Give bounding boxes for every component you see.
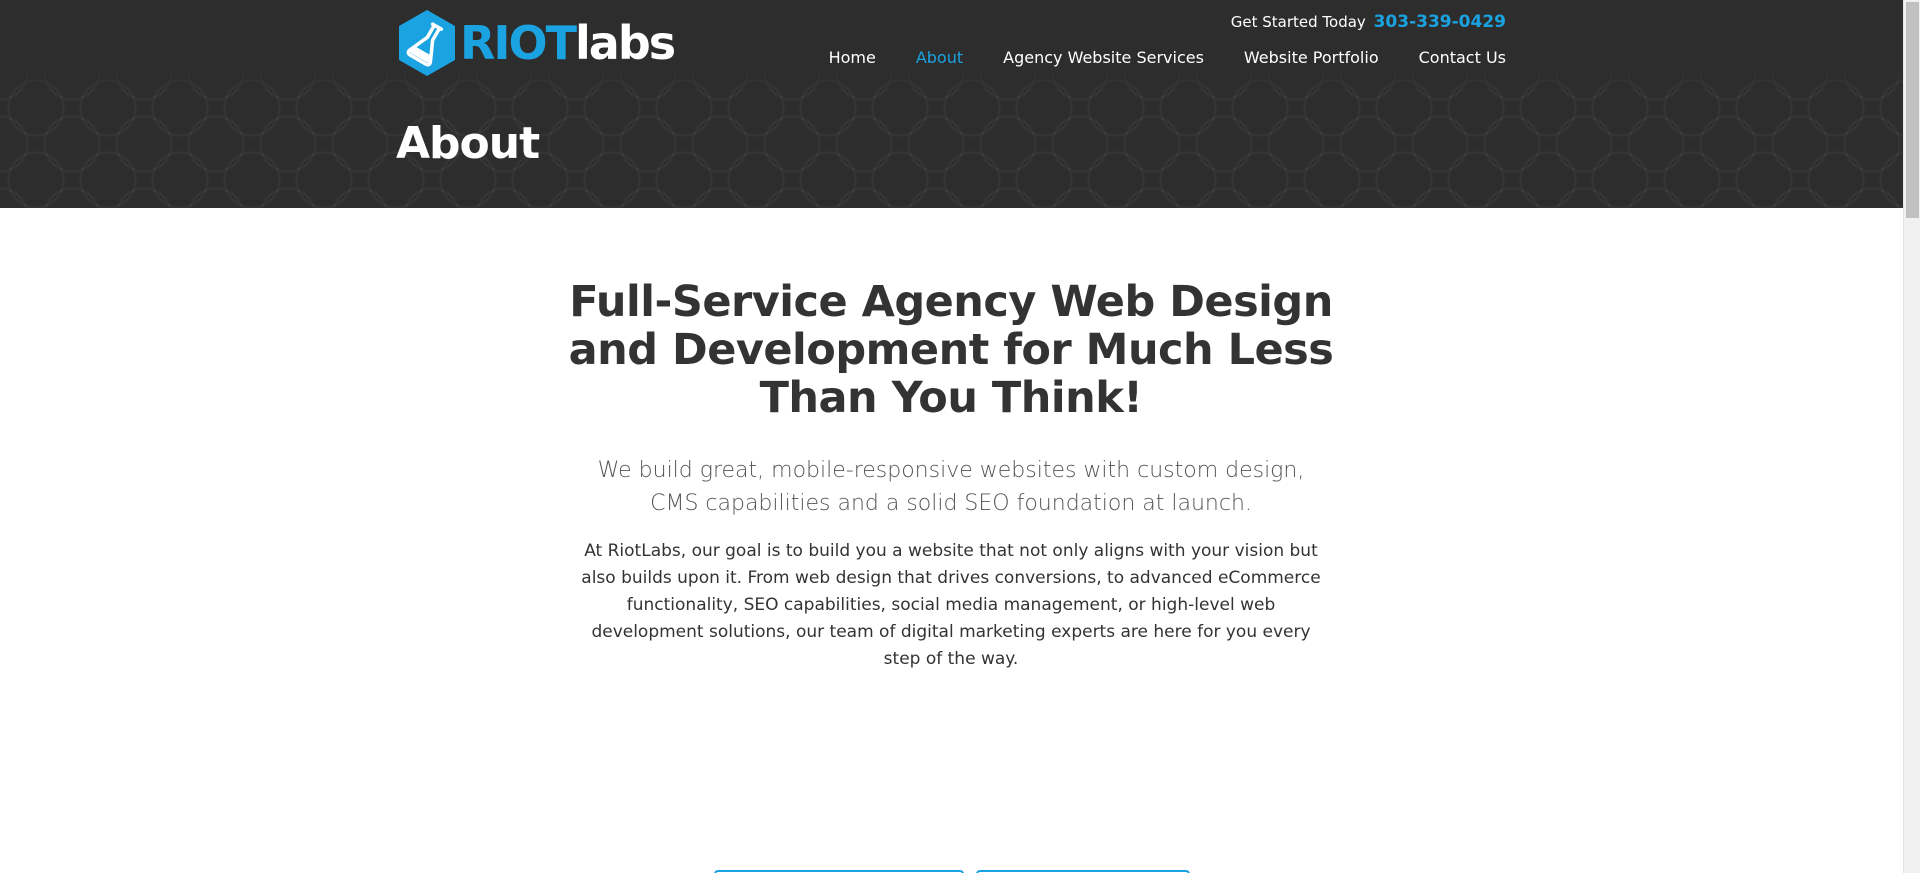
logo-wordmark: RIOTlabs: [460, 8, 676, 78]
nav-about[interactable]: About: [916, 47, 963, 69]
main-body-copy: At RiotLabs, our goal is to build you a …: [581, 541, 1321, 669]
logo-wordmark-riot: RIOT: [460, 16, 577, 70]
get-started-cta: Get Started Today 303-339-0429: [1231, 12, 1506, 32]
site-logo[interactable]: RIOTlabs: [396, 8, 676, 78]
header-top-band: [0, 0, 1903, 92]
nav-agency-website-services[interactable]: Agency Website Services: [1003, 47, 1204, 69]
page-viewport: RIOTlabs Get Started Today 303-339-0429 …: [0, 0, 1903, 873]
nav-home[interactable]: Home: [829, 47, 876, 69]
main-headline: Full-Service Agency Web Design and Devel…: [568, 277, 1334, 423]
page-scrollbar[interactable]: [1903, 0, 1920, 873]
get-started-label: Get Started Today: [1230, 13, 1366, 31]
nav-contact-us[interactable]: Contact Us: [1419, 47, 1506, 69]
nav-website-portfolio[interactable]: Website Portfolio: [1244, 47, 1379, 69]
flask-hexagon-icon: [399, 10, 455, 76]
phone-link[interactable]: 303-339-0429: [1374, 12, 1506, 32]
logo-wordmark-labs: labs: [575, 16, 676, 70]
scrollbar-thumb[interactable]: [1906, 2, 1919, 218]
main-nav: Home About Agency Website Services Websi…: [789, 47, 1506, 69]
main-subhead: We build great, mobile-responsive websit…: [597, 458, 1305, 516]
site-header: RIOTlabs Get Started Today 303-339-0429 …: [0, 0, 1903, 208]
page-title: About: [396, 118, 540, 169]
